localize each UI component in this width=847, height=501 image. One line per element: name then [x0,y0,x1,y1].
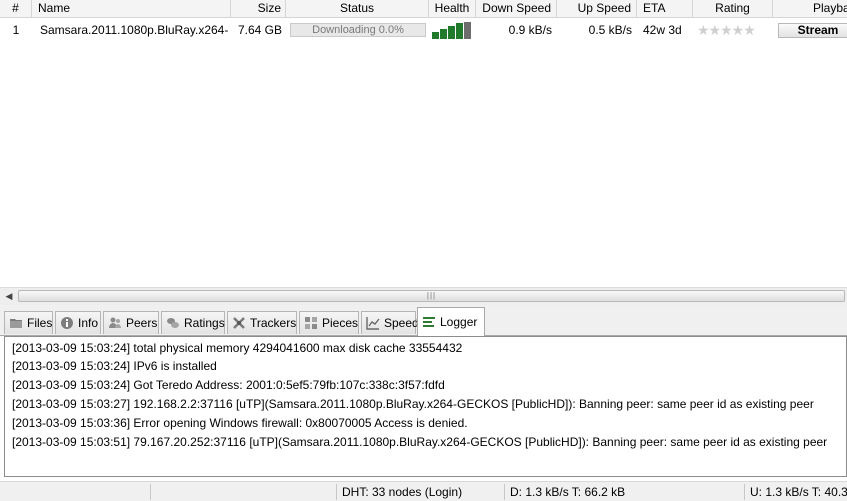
torrent-size: 7.64 GB [237,23,282,37]
log-line: [2013-03-09 15:03:27] 192.168.2.2:37116 … [12,397,814,411]
status-bar: DHT: 33 nodes (Login) D: 1.3 kB/s T: 66.… [0,481,847,501]
horizontal-scrollbar[interactable]: ◀ ||| [0,287,847,305]
tab-label: Info [78,316,99,330]
tab-ratings[interactable]: Ratings [161,311,225,334]
tab-label: Files [27,316,53,330]
column-header-down-speed[interactable]: Down Speed [476,0,557,17]
upload-status[interactable]: U: 1.3 kB/s T: 40.3 kB [744,484,847,500]
statusbar-blank [150,484,336,500]
stream-button[interactable]: Stream [778,23,847,38]
up-speed: 0.5 kB/s [588,23,632,37]
tab-logger[interactable]: Logger [417,307,485,336]
column-header-up-speed[interactable]: Up Speed [557,0,637,17]
ratings-icon [166,316,180,330]
info-icon [60,316,74,330]
status-progress-bar: Downloading 0.0% [290,23,426,37]
log-line: [2013-03-09 15:03:51] 79.167.20.252:3711… [12,435,828,449]
down-speed: 0.9 kB/s [508,23,552,37]
log-line: [2013-03-09 15:03:36] Error opening Wind… [12,416,468,430]
column-header-name[interactable]: Name [32,0,231,17]
torrent-name: Samsara.2011.1080p.BluRay.x264-... [40,23,228,37]
health-bar [456,23,463,39]
tab-speed[interactable]: Speed [361,311,419,334]
scroll-left-icon[interactable]: ◀ [3,290,15,302]
health-bars-icon [432,22,472,39]
log-line: [2013-03-09 15:03:24] total physical mem… [12,341,463,355]
tab-files[interactable]: Files [4,311,53,334]
logger-panel[interactable]: [2013-03-09 15:03:24] total physical mem… [4,336,847,477]
dht-status[interactable]: DHT: 33 nodes (Login) [336,484,504,500]
health-bar [440,29,447,39]
download-status[interactable]: D: 1.3 kB/s T: 66.2 kB [504,484,744,500]
tab-peers[interactable]: Peers [103,311,159,334]
column-header-status[interactable]: Status [286,0,429,17]
peers-icon [108,316,122,330]
column-header-number[interactable]: # [0,0,32,17]
tab-trackers[interactable]: Trackers [227,311,297,334]
pieces-icon [304,316,318,330]
health-bar [432,32,439,39]
torrent-list[interactable]: # Name Size Status Health Down Speed Up … [0,0,847,287]
tab-label: Speed [384,316,419,330]
column-header-health[interactable]: Health [429,0,476,17]
rating-stars[interactable]: ★★★★★ [697,18,756,42]
tab-label: Trackers [250,316,297,330]
log-line: [2013-03-09 15:03:24] Got Teredo Address… [12,378,445,392]
tab-pieces[interactable]: Pieces [299,311,359,334]
status-text: Downloading 0.0% [312,24,404,36]
tab-label: Peers [126,316,158,330]
column-header-rating[interactable]: Rating [693,0,773,17]
detail-tabs: Files Info Peers Ratings Trackers Pieces [0,305,847,336]
column-header-eta[interactable]: ETA [637,0,693,17]
column-header-playback[interactable]: Playback [773,0,847,17]
trackers-icon [232,316,246,330]
tab-label: Logger [440,315,478,329]
column-header-size[interactable]: Size [231,0,286,17]
column-header-row: # Name Size Status Health Down Speed Up … [0,0,847,18]
logger-icon [422,315,436,329]
tab-info[interactable]: Info [55,311,101,334]
tab-label: Pieces [322,316,359,330]
health-bar [448,26,455,39]
grip-icon: ||| [426,291,437,300]
log-line: [2013-03-09 15:03:24] IPv6 is installed [12,359,217,373]
speed-icon [366,316,380,330]
folder-icon [9,316,23,330]
scrollbar-thumb[interactable]: ||| [18,290,845,302]
row-number: 1 [12,23,20,37]
tab-label: Ratings [184,316,225,330]
health-bar [464,22,471,39]
eta: 42w 3d [643,23,682,37]
